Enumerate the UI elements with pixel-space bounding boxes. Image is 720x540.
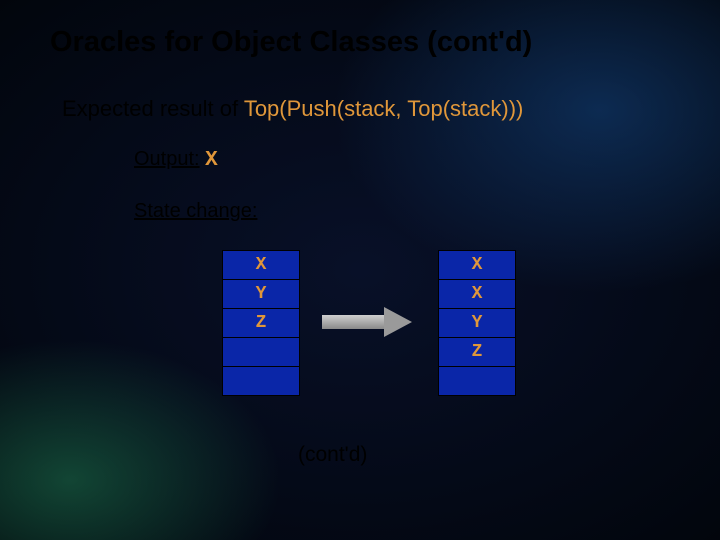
- stack-cell: Z: [223, 309, 299, 338]
- expected-result-expression: Top(Push(stack, Top(stack))): [244, 96, 524, 121]
- stack-cell: [223, 338, 299, 367]
- stack-cell: X: [439, 251, 515, 280]
- stack-cell: X: [223, 251, 299, 280]
- stack-after: X X Y Z: [438, 250, 516, 396]
- expected-result-line: Expected result of Top(Push(stack, Top(s…: [62, 96, 523, 122]
- contd-label: (cont'd): [298, 443, 367, 467]
- stack-cell: [439, 367, 515, 395]
- stack-cell: Z: [439, 338, 515, 367]
- output-label: Output:: [134, 148, 200, 170]
- state-change-label: State change:: [134, 200, 257, 223]
- arrow-right-icon: [322, 308, 414, 336]
- stack-before: X Y Z: [222, 250, 300, 396]
- stack-cell: [223, 367, 299, 395]
- slide-title: Oracles for Object Classes (cont'd): [50, 26, 532, 59]
- stack-cell: Y: [223, 280, 299, 309]
- expected-result-prefix: Expected result of: [62, 96, 244, 121]
- stack-cell: Y: [439, 309, 515, 338]
- stack-cell: X: [439, 280, 515, 309]
- slide: Oracles for Object Classes (cont'd) Expe…: [0, 0, 720, 540]
- output-value: X: [205, 149, 218, 172]
- output-line: Output: X: [134, 148, 218, 172]
